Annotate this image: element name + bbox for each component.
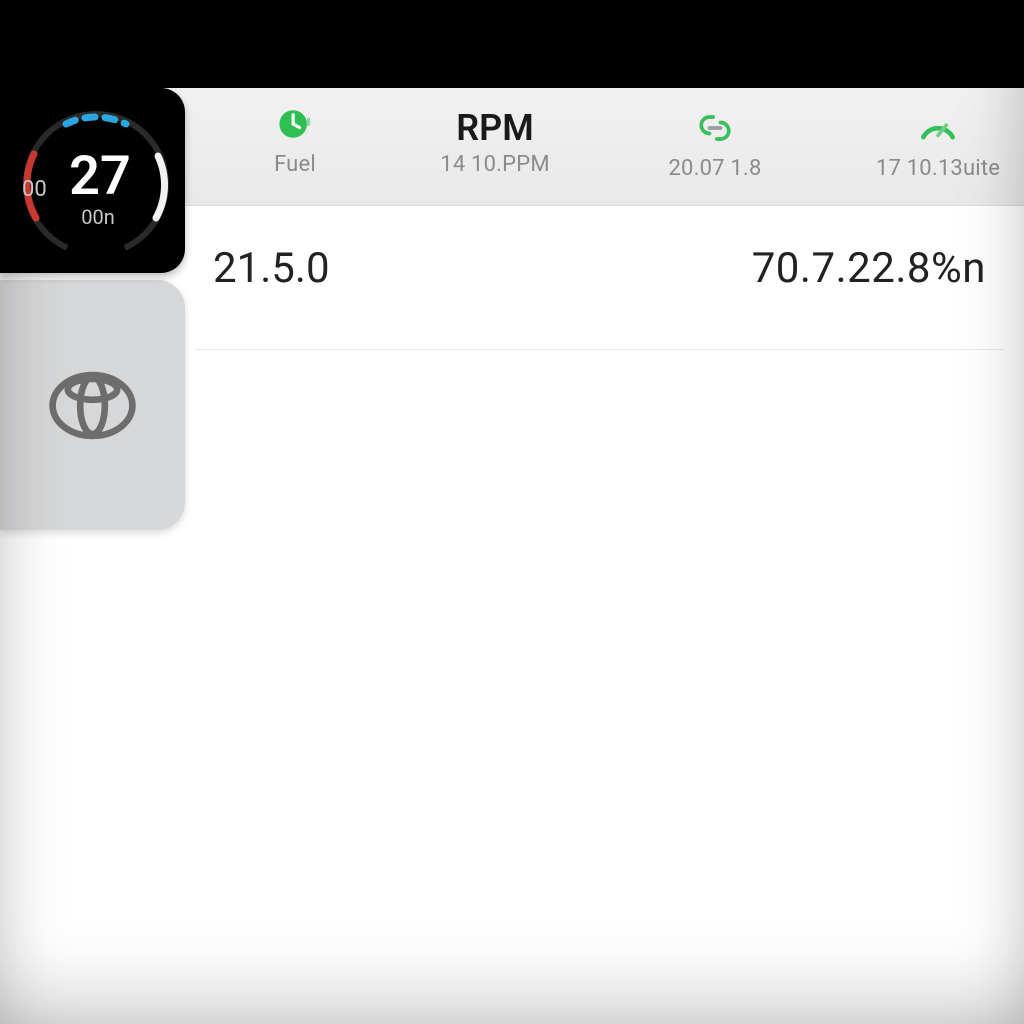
gauge-side-value: 00	[22, 177, 47, 202]
metric-link[interactable]: 20.07 1.8	[640, 88, 790, 206]
speed-gauge-tile[interactable]: 27 00 00n	[0, 88, 185, 273]
gauge-main-value: 27	[69, 145, 131, 208]
fuel-icon	[273, 102, 317, 146]
status-bar	[0, 0, 1024, 88]
gauge-icon	[916, 106, 960, 150]
metric-rpm[interactable]: RPM 14 10.PPM	[410, 88, 580, 206]
metric-rpm-label: RPM	[410, 110, 580, 146]
value-right: 70.7.22.8%n	[752, 244, 986, 293]
metric-gauge-sub: 17 10.13uite	[858, 156, 1018, 181]
value-left: 21.5.0	[213, 244, 330, 293]
metric-link-sub: 20.07 1.8	[640, 156, 790, 181]
metric-fuel[interactable]: Fuel	[225, 88, 365, 206]
speedometer-icon: 27 00 00n	[8, 96, 178, 266]
link-icon	[693, 106, 737, 150]
toyota-logo-icon	[45, 358, 140, 453]
brand-tile[interactable]	[0, 280, 185, 530]
gauge-sub-value: 00n	[81, 205, 115, 229]
metric-rpm-sub: 14 10.PPM	[410, 152, 580, 177]
metric-fuel-label: Fuel	[225, 152, 365, 177]
value-row: 21.5.0 70.7.22.8%n	[195, 230, 1004, 350]
metric-gauge[interactable]: 17 10.13uite	[858, 88, 1018, 206]
